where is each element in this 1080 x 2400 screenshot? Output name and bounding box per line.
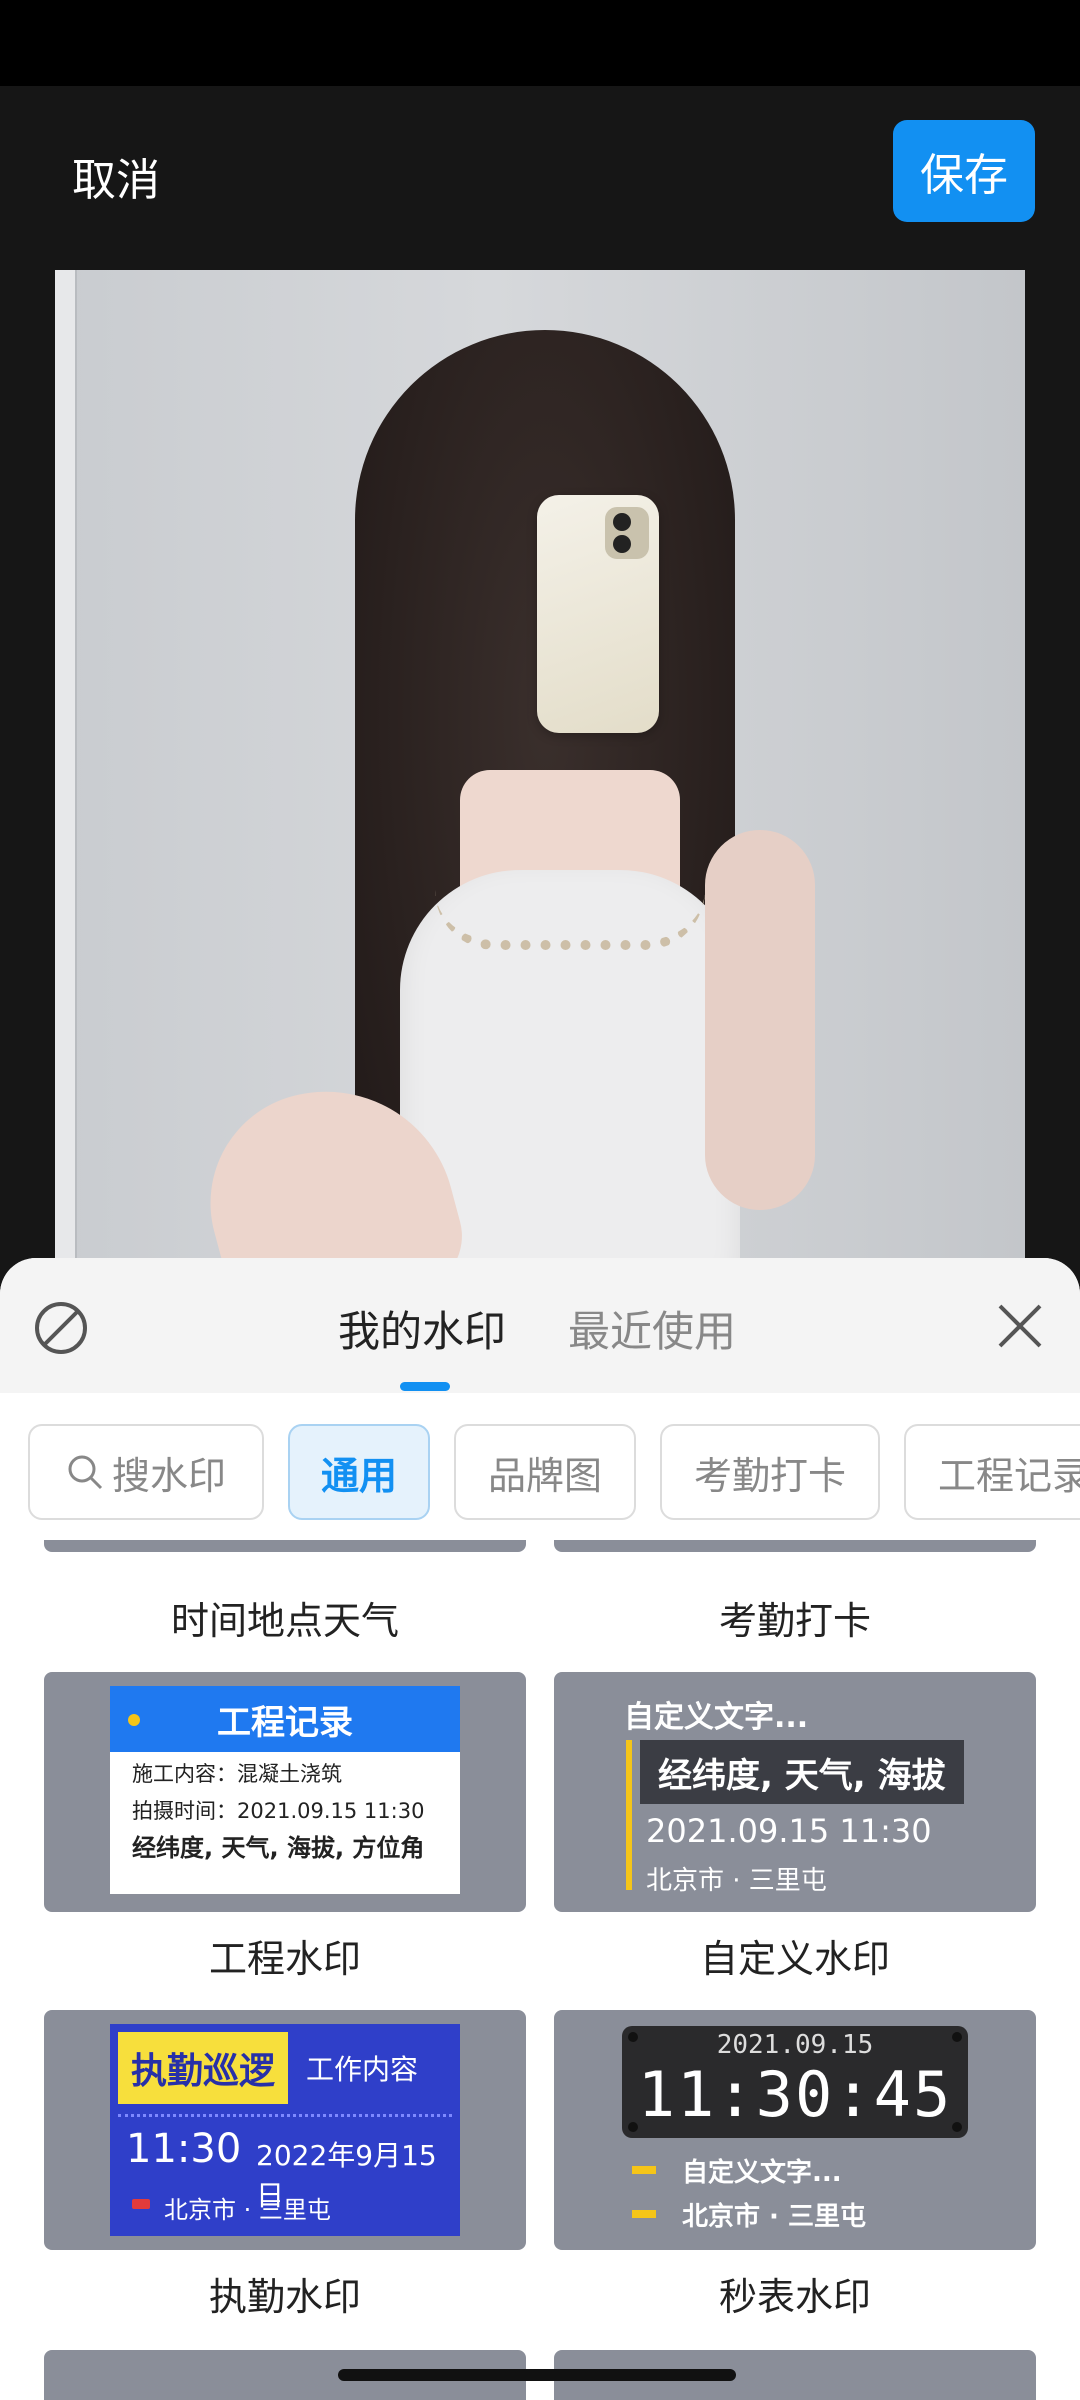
custom-location: 北京市 · 三里屯 [646,1866,827,1896]
bullet-dot [128,1714,140,1726]
search-placeholder: 搜水印 [112,1453,227,1498]
search-input[interactable]: 搜水印 [28,1424,264,1520]
custom-time: 2021.09.15 11:30 [646,1812,932,1850]
photo-subject-lace [435,890,705,950]
custom-accent-bar [626,1740,632,1890]
duty-location: 北京市 · 三里屯 [164,2196,331,2224]
tab-my-watermarks[interactable]: 我的水印 [338,1298,506,1359]
photo-subject-arm [705,830,815,1210]
card-label-custom: 自定义水印 [699,1937,890,1981]
watermark-card-attendance[interactable] [554,1540,1036,1552]
project-line-time: 拍摄时间：2021.09.15 11:30 [132,1799,425,1823]
photo-preview[interactable] [55,270,1025,1270]
duty-watermark-preview: 执勤巡逻 工作内容 11:30 2022年9月15日 北京市 · 三里屯 [110,2024,460,2236]
door-frame [55,270,77,1270]
stopwatch-time: 11:30:45 [637,2058,953,2131]
watermark-sheet: 我的水印 最近使用 搜水印 通用 品牌图 考勤打卡 工程记录 时间地点天气 考勤… [0,1258,1080,2400]
stopwatch-display: 2021.09.15 11:30:45 [622,2026,968,2138]
stopwatch-line2: 北京市 · 三里屯 [682,2202,866,2232]
category-attendance[interactable]: 考勤打卡 [660,1424,880,1520]
yellow-marker [632,2210,656,2218]
duty-tag: 执勤巡逻 [118,2032,288,2104]
stopwatch-date: 2021.09.15 [716,2030,874,2060]
search-icon [68,1455,103,1490]
cancel-button[interactable]: 取消 [72,144,160,208]
watermark-card-time-weather[interactable] [44,1540,526,1552]
duty-divider [118,2114,452,2121]
no-watermark-icon[interactable] [33,1300,89,1356]
project-title: 工程记录 [110,1686,460,1752]
category-brand[interactable]: 品牌图 [454,1424,636,1520]
category-general[interactable]: 通用 [288,1424,430,1520]
card-label-stopwatch: 秒表水印 [718,2275,871,2319]
card-label-time-weather: 时间地点天气 [170,1599,399,1643]
close-icon[interactable] [994,1300,1046,1352]
custom-title: 自定义文字... [624,1700,809,1735]
tab-indicator [400,1382,450,1391]
project-title-text: 工程记录 [217,1702,353,1743]
status-bar [0,0,1080,86]
duty-time: 11:30 [126,2126,242,2172]
category-project[interactable]: 工程记录 [904,1424,1080,1520]
project-line-content: 施工内容：混凝土浇筑 [132,1762,342,1786]
card-label-attendance: 考勤打卡 [718,1599,871,1643]
custom-highlight: 经纬度, 天气, 海拔 [640,1740,964,1804]
watermark-card-custom[interactable]: 自定义文字... 经纬度, 天气, 海拔 2021.09.15 11:30 北京… [554,1672,1036,1912]
card-label-duty: 执勤水印 [208,2275,361,2319]
sheet-header: 我的水印 最近使用 [0,1258,1080,1393]
stopwatch-line1: 自定义文字... [682,2158,842,2188]
watermark-card-duty[interactable]: 执勤巡逻 工作内容 11:30 2022年9月15日 北京市 · 三里屯 [44,2010,526,2250]
location-marker-icon [132,2199,150,2209]
home-indicator[interactable] [338,2369,736,2381]
duty-work-label: 工作内容 [306,2053,419,2086]
project-line-geo: 经纬度, 天气, 海拔, 方位角 [132,1834,425,1862]
watermark-card-project[interactable]: 工程记录 施工内容：混凝土浇筑 拍摄时间：2021.09.15 11:30 经纬… [44,1672,526,1912]
top-bar: 取消 保存 [0,86,1080,266]
card-label-project: 工程水印 [208,1937,361,1981]
save-button[interactable]: 保存 [893,120,1035,222]
phone-in-photo [537,495,659,733]
yellow-marker [632,2166,656,2174]
watermark-card-stopwatch[interactable]: 2021.09.15 11:30:45 自定义文字... 北京市 · 三里屯 [554,2010,1036,2250]
project-watermark-preview: 工程记录 施工内容：混凝土浇筑 拍摄时间：2021.09.15 11:30 经纬… [110,1686,460,1894]
tab-recent[interactable]: 最近使用 [568,1298,736,1359]
